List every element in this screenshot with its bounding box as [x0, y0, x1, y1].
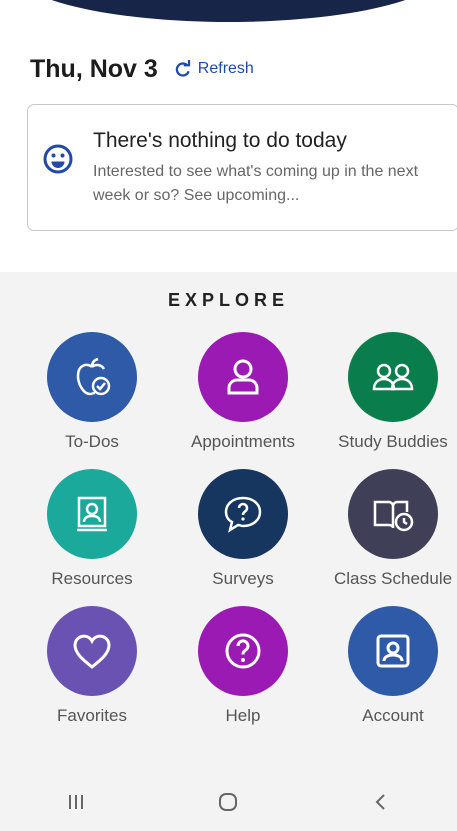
recent-apps-button[interactable] — [46, 782, 106, 822]
help-circle — [198, 606, 288, 696]
tile-label: Class Schedule — [333, 569, 453, 588]
tile-account[interactable]: Account — [318, 606, 457, 726]
class-schedule-circle — [348, 469, 438, 559]
tile-class-schedule[interactable]: Class Schedule — [318, 469, 457, 589]
study-buddies-icon — [372, 363, 414, 391]
favorites-circle — [47, 606, 137, 696]
smile-icon — [43, 144, 73, 174]
person-icon — [227, 359, 259, 395]
header-arc — [12, 0, 445, 22]
surveys-circle — [198, 469, 288, 559]
nothing-today-card[interactable]: There's nothing to do today Interested t… — [27, 104, 457, 231]
book-clock-icon — [373, 500, 414, 532]
home-button[interactable] — [198, 782, 258, 822]
study-buddies-circle — [348, 332, 438, 422]
resources-circle — [47, 469, 137, 559]
date-row: Thu, Nov 3 Refresh — [30, 54, 254, 84]
account-circle — [348, 606, 438, 696]
tile-label: Surveys — [212, 569, 274, 588]
refresh-label: Refresh — [197, 60, 254, 77]
tile-label: Resources — [51, 569, 133, 588]
date-label: Thu, Nov 3 — [30, 54, 158, 83]
explore-title: EXPLORE — [167, 290, 290, 310]
tile-label: Account — [362, 706, 424, 725]
top-header-bar — [0, 0, 457, 22]
tile-help[interactable]: Help — [168, 606, 318, 726]
back-button[interactable] — [351, 782, 411, 822]
tile-study-buddies[interactable]: Study Buddies — [318, 332, 457, 452]
tile-label: Help — [225, 706, 261, 725]
home-icon — [219, 792, 238, 811]
question-icon — [225, 633, 261, 669]
system-nav-bar — [0, 772, 457, 831]
tile-label: Appointments — [191, 432, 295, 451]
heart-icon — [73, 634, 111, 669]
tile-todos[interactable]: To-Dos — [17, 332, 167, 452]
back-icon — [375, 793, 385, 810]
tile-favorites[interactable]: Favorites — [17, 606, 167, 726]
tile-surveys[interactable]: Surveys — [168, 469, 318, 589]
tile-resources[interactable]: Resources — [17, 469, 167, 589]
tile-label: To-Dos — [65, 432, 119, 451]
book-person-icon — [77, 496, 107, 532]
refresh-icon — [175, 60, 190, 77]
tile-label: Study Buddies — [338, 432, 448, 451]
card-title: There's nothing to do today — [93, 129, 347, 152]
apple-check-icon — [76, 357, 111, 396]
card-text[interactable]: Interested to see what's coming up in th… — [93, 160, 443, 208]
tile-appointments[interactable]: Appointments — [168, 332, 318, 452]
refresh-button[interactable]: Refresh — [174, 60, 254, 78]
tile-label: Favorites — [57, 706, 127, 725]
speech-question-icon — [224, 496, 262, 533]
appointments-circle — [198, 332, 288, 422]
todos-circle — [47, 332, 137, 422]
recent-apps-icon — [69, 794, 84, 809]
account-icon — [376, 634, 410, 668]
